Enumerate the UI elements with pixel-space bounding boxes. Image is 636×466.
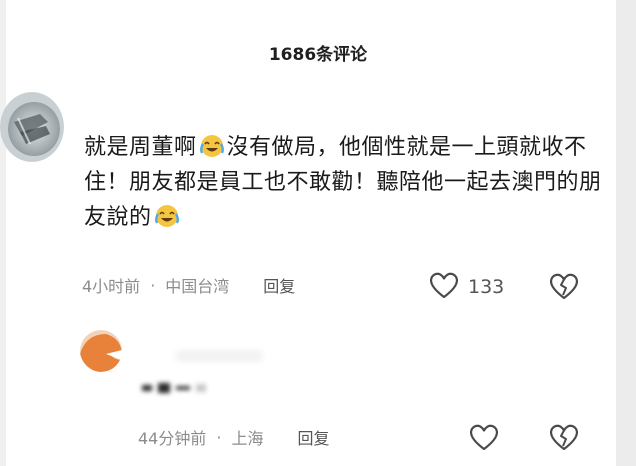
comment-location: 中国台湾 bbox=[165, 277, 230, 296]
comment-meta: 4小时前 · 中国台湾 回复 bbox=[82, 272, 295, 298]
comment-text-part: 就是周董啊 bbox=[84, 135, 197, 160]
laughing-crying-emoji-icon bbox=[153, 203, 181, 229]
heart-outline-icon bbox=[468, 422, 500, 456]
comment-body: 就是周董啊 沒有做局，他個性就是一上頭就收不住！朋友都是員工也不敢勸！聽陪他一起… bbox=[84, 130, 604, 235]
avatar[interactable] bbox=[0, 92, 64, 162]
meta-separator: · bbox=[216, 427, 222, 447]
blurred-username bbox=[175, 350, 263, 362]
comment-count-title: 1686条评论 bbox=[268, 45, 368, 65]
left-edge bbox=[0, 0, 6, 466]
dislike-button[interactable] bbox=[548, 271, 580, 305]
reply-button[interactable]: 回复 bbox=[263, 273, 295, 297]
like-count: 133 bbox=[468, 276, 505, 298]
comment-meta: 44分钟前 · 上海 回复 bbox=[138, 424, 330, 450]
meta-separator: · bbox=[150, 275, 156, 295]
comment-time: 44分钟前 bbox=[138, 429, 207, 448]
comments-page: 1686条评论 就是周董啊 沒有做局，他個性就是一上頭就收不住！朋友都是員工也不… bbox=[0, 0, 636, 466]
right-edge bbox=[616, 0, 636, 466]
reply-button[interactable]: 回复 bbox=[297, 425, 329, 449]
dislike-button[interactable] bbox=[548, 422, 580, 456]
comment-time: 4小时前 bbox=[82, 277, 141, 296]
like-button[interactable] bbox=[468, 422, 500, 456]
broken-heart-icon bbox=[548, 424, 580, 456]
heart-outline-icon bbox=[428, 270, 460, 304]
avatar[interactable] bbox=[80, 330, 122, 372]
like-button[interactable]: 133 bbox=[428, 270, 504, 304]
blurred-comment-text bbox=[140, 380, 210, 394]
broken-heart-icon bbox=[548, 273, 580, 305]
laughing-crying-emoji-icon bbox=[198, 133, 226, 159]
comment-location: 上海 bbox=[231, 429, 264, 448]
